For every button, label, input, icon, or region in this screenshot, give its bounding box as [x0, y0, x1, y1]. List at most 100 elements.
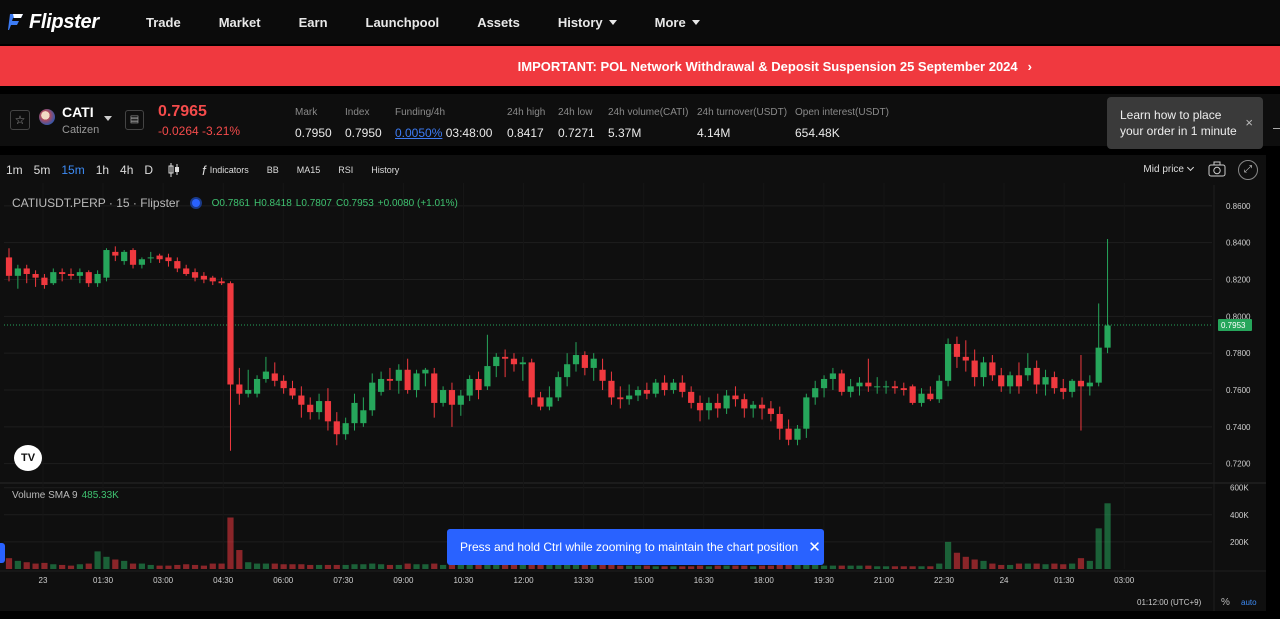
- candle-body: [705, 402, 712, 411]
- fullscreen-icon[interactable]: ⤢: [1238, 160, 1258, 180]
- legend-open: O0.7861: [211, 197, 250, 209]
- volume-bar: [1104, 503, 1111, 569]
- chevron-down-icon[interactable]: [104, 116, 112, 121]
- indicators-fx-icon[interactable]: f: [202, 163, 206, 178]
- timeframe-15m[interactable]: 15m: [61, 163, 84, 177]
- time-tick-label: 06:00: [273, 576, 294, 585]
- candle-body: [1033, 367, 1040, 385]
- volume-bar: [85, 563, 92, 569]
- candle-body: [448, 390, 456, 405]
- indicators-button[interactable]: Indicators: [210, 165, 249, 175]
- candle-body: [298, 395, 305, 405]
- stat-24h-low: 24h low 0.7271: [558, 107, 595, 142]
- flipster-logo[interactable]: Flipster: [8, 11, 138, 34]
- candle-body: [696, 402, 704, 411]
- volume-bar: [103, 556, 110, 569]
- candle-body: [608, 380, 615, 398]
- timeframe-5m[interactable]: 5m: [34, 163, 51, 177]
- chart-panel[interactable]: 0.8600 0.8400 0.8200 0.8000 0.7800 0.7600 0.74…: [0, 155, 1266, 611]
- candle-body: [785, 428, 792, 440]
- close-icon[interactable]: ✕: [808, 538, 821, 556]
- tradingview-logo[interactable]: TV: [14, 445, 42, 471]
- volume-bar: [23, 562, 30, 569]
- candle-body: [882, 386, 890, 388]
- volume-bar: [502, 564, 509, 569]
- candle-body: [750, 404, 757, 409]
- star-icon[interactable]: ☆: [10, 110, 30, 130]
- candle-body: [564, 364, 571, 378]
- ticker-name: Catizen: [62, 124, 100, 136]
- announcement-banner[interactable]: IMPORTANT: POL Network Withdrawal & Depo…: [0, 46, 1280, 86]
- volume-bar: [723, 565, 730, 569]
- nav-assets[interactable]: Assets: [477, 15, 520, 30]
- candle-body: [1051, 377, 1058, 389]
- nav-history-label: History: [557, 14, 603, 30]
- percent-scale-toggle[interactable]: %: [1221, 597, 1230, 608]
- ticker-symbol[interactable]: CATI: [62, 104, 94, 120]
- candle-body: [723, 395, 730, 409]
- nav-earn[interactable]: Earn: [299, 15, 328, 30]
- candle-body: [129, 250, 137, 265]
- candle-body: [431, 373, 438, 403]
- camera-icon[interactable]: [1208, 161, 1226, 177]
- candle-body: [670, 382, 677, 391]
- volume-bar: [882, 566, 890, 569]
- candle-body: [67, 273, 75, 276]
- document-icon[interactable]: ▤: [125, 110, 144, 130]
- volume-bar: [280, 564, 287, 569]
- candlestick-type-icon[interactable]: [168, 163, 180, 177]
- order-tutorial-tooltip[interactable]: Learn how to place your order in 1 minut…: [1107, 97, 1263, 149]
- timeframe-d[interactable]: D: [144, 163, 153, 177]
- flipster-logo-icon: [8, 14, 23, 30]
- volume-bar: [174, 564, 181, 569]
- volume-bar: [342, 564, 349, 569]
- funding-rate-link[interactable]: 0.0050%: [395, 126, 442, 140]
- candle-body: [14, 268, 21, 276]
- timeframe-1h[interactable]: 1h: [96, 163, 109, 177]
- time-tick-label: 04:30: [213, 576, 234, 585]
- study-ma15[interactable]: MA15: [297, 165, 321, 175]
- volume-bar: [670, 566, 677, 569]
- volume-bar: [608, 564, 615, 569]
- stat-24h-volume: 24h volume(CATI) 5.37M: [608, 107, 688, 142]
- side-panel-handle[interactable]: [0, 543, 5, 563]
- volume-bar: [1069, 563, 1076, 569]
- study-rsi[interactable]: RSI: [338, 165, 353, 175]
- candle-body: [324, 401, 332, 422]
- stat-funding: Funding/4h 0.0050% 03:48:00: [395, 107, 492, 142]
- study-bb[interactable]: BB: [267, 165, 279, 175]
- candle-body: [1015, 375, 1023, 387]
- volume-bar: [227, 517, 234, 569]
- timeframe-1m[interactable]: 1m: [6, 163, 23, 177]
- candle-body: [262, 371, 270, 379]
- candle-body: [191, 272, 199, 278]
- candle-body: [953, 343, 961, 357]
- candle-body: [643, 390, 650, 394]
- nav-trade[interactable]: Trade: [146, 15, 181, 30]
- volume-bar: [67, 565, 75, 569]
- timeframe-4h[interactable]: 4h: [120, 163, 133, 177]
- candle-body: [147, 257, 154, 259]
- candle-body: [369, 382, 376, 411]
- volume-bar: [59, 564, 66, 569]
- price-source-dropdown[interactable]: Mid price: [1143, 163, 1195, 175]
- chevron-down-icon: [691, 19, 700, 25]
- chart-toolbar: 1m 5m 15m 1h 4h D f Indicators BB MA15 R…: [0, 155, 1266, 185]
- legend-close-value: 0.7953: [343, 197, 374, 209]
- nav-more[interactable]: More: [655, 15, 700, 30]
- volume-bar: [581, 564, 588, 569]
- candle-body: [900, 388, 907, 391]
- history-button[interactable]: History: [371, 165, 399, 175]
- last-price-label: 0.7953: [1221, 321, 1246, 330]
- nav-market[interactable]: Market: [219, 15, 261, 30]
- auto-scale-toggle[interactable]: auto: [1241, 598, 1257, 607]
- legend-low-value: 0.7807: [301, 197, 332, 209]
- close-icon[interactable]: ×: [1245, 115, 1253, 131]
- volume-bar: [1051, 563, 1058, 569]
- nav-launchpool[interactable]: Launchpool: [366, 15, 440, 30]
- volume-bar: [944, 541, 952, 569]
- volume-bar: [156, 565, 163, 569]
- volume-bar: [891, 566, 899, 569]
- candle-body: [909, 386, 916, 403]
- nav-history[interactable]: History: [558, 15, 617, 30]
